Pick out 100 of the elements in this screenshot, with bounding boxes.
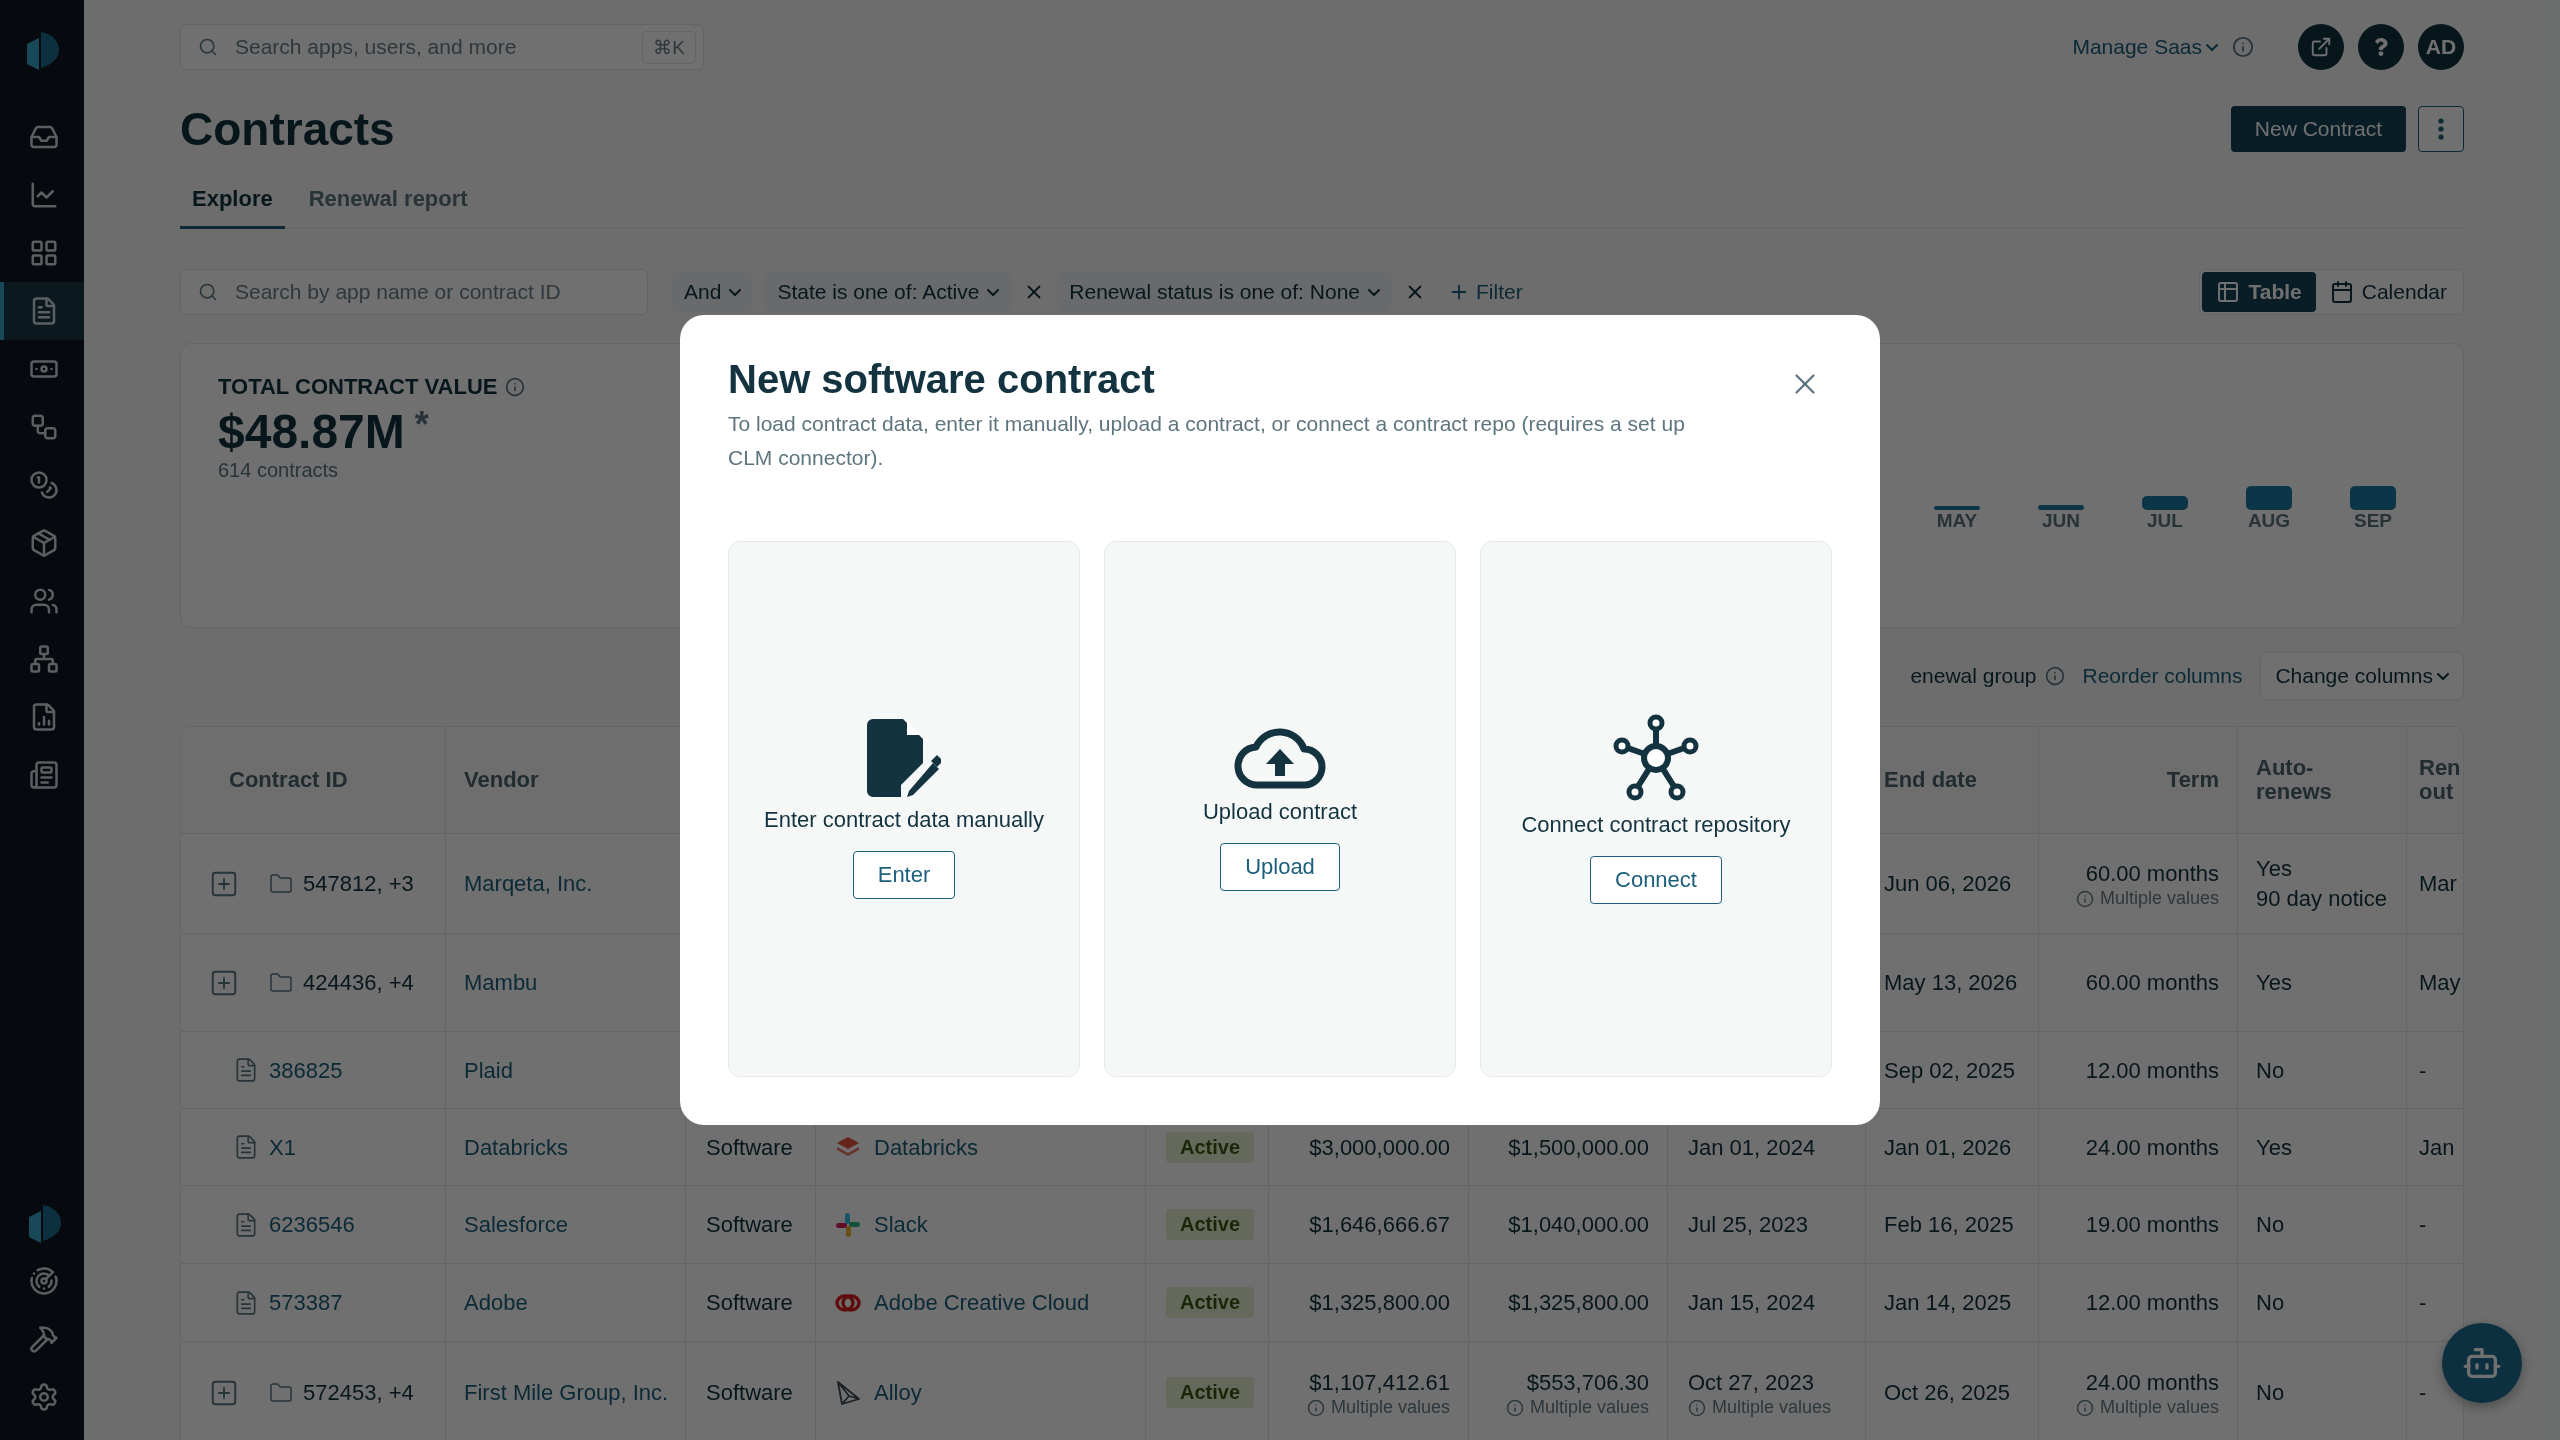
share-button[interactable] [2298,24,2344,70]
table-cell-text: Feb 16, 2025 [1884,1211,2014,1240]
search-icon [198,282,218,302]
app-link[interactable]: Databricks [874,1132,978,1163]
table-cell-text: - [2419,1211,2427,1240]
state-badge: Active [1166,1209,1255,1241]
calendar-icon [2329,280,2354,304]
folder-icon [269,871,293,896]
app-link[interactable]: Slack [874,1210,928,1240]
info-icon [2044,666,2065,687]
reorder-columns-link[interactable]: Reorder columns [2082,664,2243,689]
column-header[interactable]: Auto-renews [2256,756,2336,805]
contract-id-link[interactable]: 6236546 [269,1210,355,1240]
vendor-link[interactable]: Databricks [464,1132,568,1163]
summary-label: TOTAL CONTRACT VALUE [218,374,498,400]
month-label: MAY [1935,510,1979,532]
vendor-link[interactable]: Plaid [464,1055,513,1086]
change-columns-button[interactable]: Change columns [2260,652,2464,701]
vendor-link[interactable]: Salesforce [464,1210,568,1240]
table-cell-text: $553,706.30 [1526,1368,1649,1397]
info-icon [2075,1398,2094,1417]
contract-id-link[interactable]: X1 [269,1132,296,1163]
chart-line-icon [29,180,59,210]
table-cell-text: Jan 01, 2024 [1688,1133,1816,1162]
column-header[interactable]: Vendor [464,768,539,793]
vendor-link[interactable]: Mambu [464,968,538,998]
vendor-link[interactable]: Marqeta, Inc. [464,869,593,899]
table-cell-text: - [2419,1289,2427,1318]
conjunction-dropdown[interactable]: And [672,272,754,312]
help-button[interactable] [2358,24,2404,70]
contract-id-link[interactable]: 386825 [269,1055,343,1086]
users-icon [29,586,59,616]
table-cell-text: Jun 06, 2026 [1884,870,2012,899]
add-filter-button[interactable]: Filter [1438,280,1523,304]
table-cell-text: No [2256,1289,2285,1318]
chevron-down-icon [2437,672,2449,680]
month-label: JUL [2146,510,2184,532]
summary-value: $48.87M [218,404,405,459]
package-icon [29,528,59,558]
table-cell-text: - [2419,1379,2427,1408]
network-icon [29,644,59,674]
table-cell-text: No [2256,1379,2285,1408]
view-toggle[interactable]: Calendar [2315,272,2461,312]
contract-id-link[interactable]: 573387 [269,1288,343,1318]
app-link[interactable]: Adobe Creative Cloud [874,1288,1090,1318]
filter-chip[interactable]: Renewal status is one of: None [1057,272,1392,312]
table-cell-text: 90 day notice [2256,884,2387,913]
user-avatar[interactable]: AD [2418,24,2464,70]
folder-icon [269,970,293,995]
table-cell-text: $3,000,000.00 [1309,1133,1450,1162]
option-button[interactable]: Enter [852,851,956,899]
sidebar-item[interactable] [0,282,84,340]
dialog-description: To load contract data, enter it manually, upload a contract, or connect a contract repo (requires a set up CLM connector). [728,411,1686,471]
month-label: AUG [2246,510,2292,532]
column-header[interactable]: Term [2166,768,2219,793]
multiple-values-note: Multiple values [1712,1397,1832,1419]
table-cell-text: - [2419,1056,2427,1085]
grid-icon [29,238,59,268]
option-label: Upload contract [1202,799,1358,825]
assistant-button[interactable] [2442,1323,2522,1403]
tab[interactable]: Renewal report [296,176,480,229]
cloud-upload-icon [1234,727,1326,789]
vendor-link[interactable]: First Mile Group, Inc. [464,1378,669,1408]
tab[interactable]: Explore [180,176,285,229]
info-icon [1505,1398,1524,1417]
group-label: enewal group [1910,664,2037,689]
more-button[interactable] [2418,106,2464,152]
table-cell-text: Software [706,1379,793,1408]
settings-icon [29,1382,59,1412]
table-cell-text: Jul 25, 2023 [1688,1211,1808,1240]
table-cell-text: Jan 14, 2025 [1884,1289,2012,1318]
view-toggle[interactable]: Table [2202,272,2316,312]
table-cell-text: Software [706,1289,793,1318]
column-header[interactable]: Contract ID [229,768,348,793]
contract-search-field[interactable]: Search by app name or contract ID [180,269,648,315]
hammer-icon [29,1324,59,1354]
option-button[interactable]: Connect [1590,856,1722,904]
app-link[interactable]: Alloy [874,1378,922,1408]
table-cell-text: $1,500,000.00 [1508,1133,1649,1162]
info-icon [2075,889,2094,908]
table-cell-text: 12.00 months [2085,1289,2219,1318]
column-header[interactable]: Ren out [2419,756,2463,805]
table-cell-text: 24.00 months [2085,1368,2219,1397]
logo [25,30,59,70]
column-header[interactable]: End date [1884,768,1977,793]
chevron-down-icon [987,288,1000,296]
filter-chip[interactable]: State is one of: Active [765,272,1012,312]
option-button[interactable]: Upload [1220,843,1340,891]
month-label: JUN [2041,510,2081,532]
table-cell-text: Jan 15, 2024 [1688,1289,1816,1318]
prism-icon [834,1378,862,1407]
table-cell-text: 19.00 months [2085,1211,2219,1240]
search-icon [198,37,218,57]
new-contract-button[interactable]: New Contract [2230,106,2406,152]
table-cell-text: No [2256,1056,2285,1085]
vendor-link[interactable]: Adobe [464,1288,528,1318]
logo-icon [27,1203,61,1243]
external-link-icon [2310,36,2332,58]
table-cell-text: $1,325,800.00 [1508,1289,1649,1318]
workspace-menu[interactable]: Manage Saas [2072,35,2218,59]
